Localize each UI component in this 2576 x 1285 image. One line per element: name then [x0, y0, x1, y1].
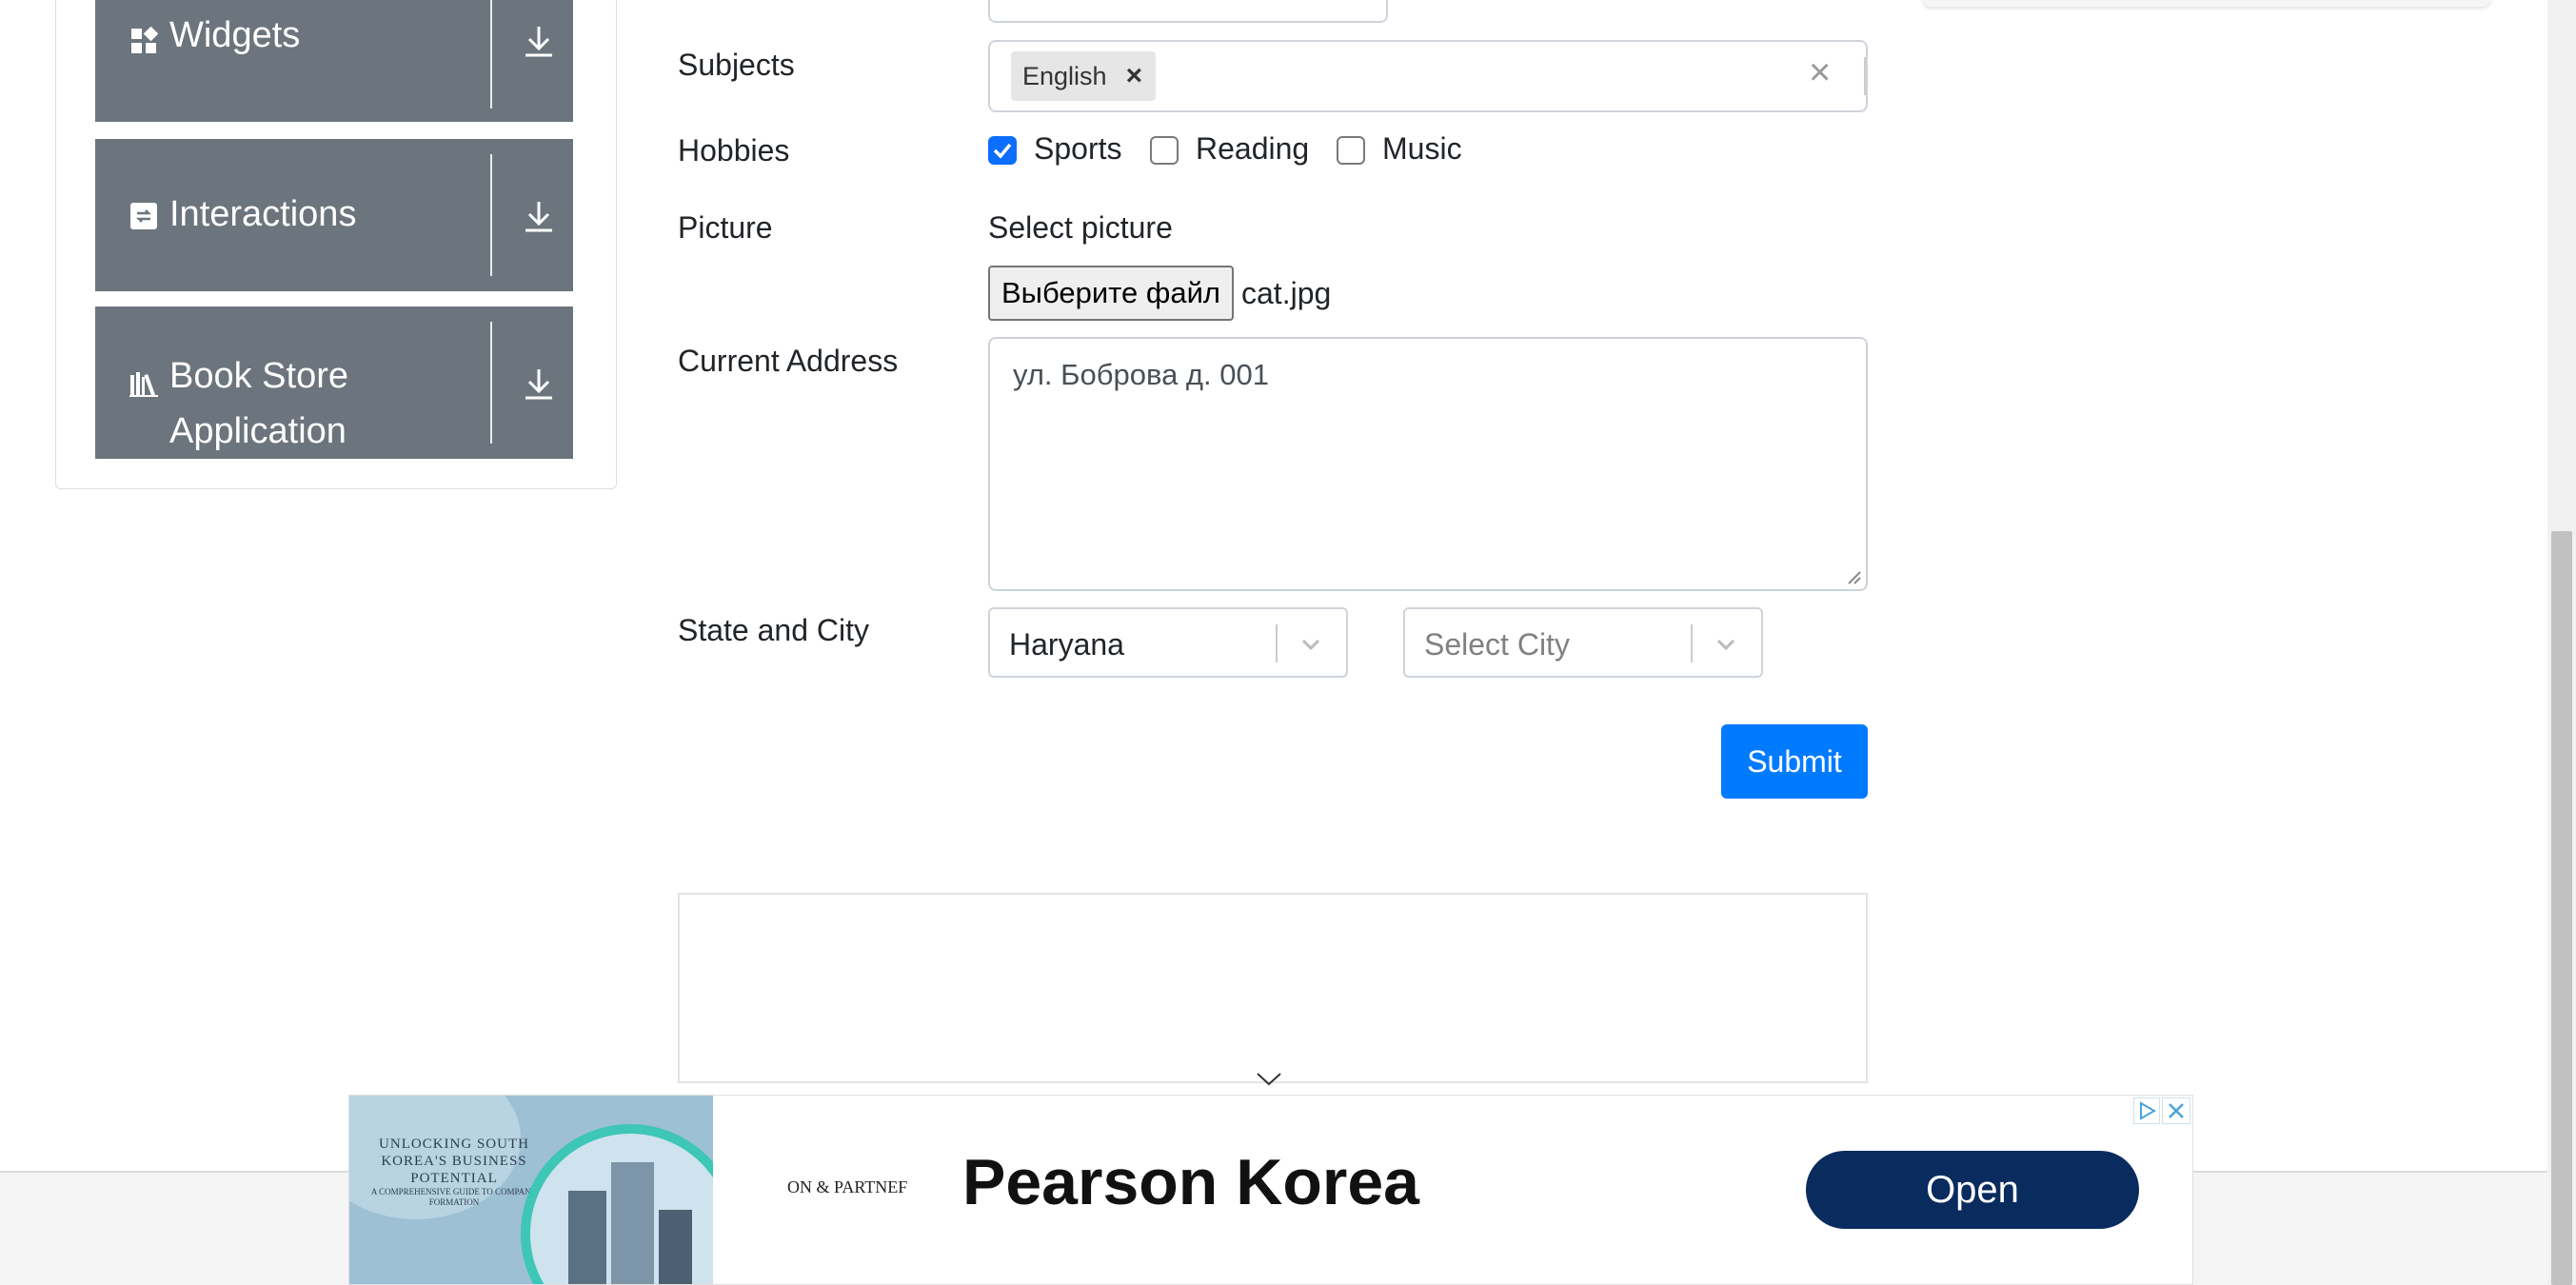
- city-buildings-icon: [568, 1162, 692, 1284]
- results-frame: [678, 893, 1868, 1083]
- download-icon[interactable]: [520, 198, 558, 236]
- widgets-icon: [131, 27, 158, 53]
- download-icon[interactable]: [520, 366, 558, 404]
- state-select[interactable]: Haryana: [988, 607, 1348, 678]
- ad-image: UNLOCKING SOUTH KOREA'S BUSINESS POTENTI…: [349, 1096, 713, 1284]
- ad-photo: [521, 1124, 713, 1284]
- divider: [1691, 624, 1693, 662]
- ad-info-icon[interactable]: [2133, 1097, 2160, 1124]
- divider: [1864, 57, 1866, 95]
- ad-image-headline: UNLOCKING SOUTH KOREA'S BUSINESS POTENTI…: [379, 1137, 529, 1186]
- music-label[interactable]: Music: [1382, 131, 1462, 167]
- scrollbar-thumb[interactable]: [2551, 531, 2572, 1285]
- sports-label[interactable]: Sports: [1034, 131, 1121, 167]
- divider: [490, 322, 492, 444]
- state-value: Haryana: [1009, 627, 1124, 662]
- sidebar-group-label: Book Store: [169, 356, 348, 396]
- select-picture-label: Select picture: [988, 210, 1173, 245]
- interactions-icon: [130, 203, 157, 229]
- file-name: cat.jpg: [1241, 276, 1332, 310]
- sidebar-group-label: Interactions: [169, 194, 357, 234]
- chevron-down-icon[interactable]: [1297, 630, 1325, 659]
- checkmark-icon: [993, 143, 1012, 159]
- chevron-down-icon[interactable]: [1255, 1068, 1283, 1089]
- ad-banner[interactable]: UNLOCKING SOUTH KOREA'S BUSINESS POTENTI…: [348, 1095, 2193, 1285]
- book-store-icon: [129, 372, 158, 397]
- subject-chip: English ×: [1011, 51, 1157, 101]
- sidebar-group-label: Widgets: [169, 15, 301, 55]
- ad-brand-small: ON & PARTNEF: [787, 1177, 908, 1196]
- ad-close-icon[interactable]: [2162, 1097, 2190, 1124]
- city-placeholder: Select City: [1424, 627, 1570, 662]
- right-ad-card: [1923, 0, 2490, 7]
- choose-file-button[interactable]: Выберите файл: [988, 266, 1234, 321]
- sidebar-group-interactions[interactable]: Interactions: [95, 139, 573, 291]
- reading-checkbox[interactable]: [1150, 136, 1179, 165]
- clear-icon[interactable]: ×: [1809, 51, 1831, 94]
- reading-label[interactable]: Reading: [1196, 131, 1309, 167]
- current-address-value: ул. Боброва д. 001: [1013, 358, 1269, 391]
- current-address-label: Current Address: [678, 344, 899, 378]
- picture-label: Picture: [678, 210, 773, 245]
- sidebar-group-widgets[interactable]: Widgets: [95, 0, 573, 122]
- chevron-down-icon[interactable]: [1712, 630, 1740, 659]
- subjects-input[interactable]: English × ×: [988, 40, 1868, 112]
- remove-chip-icon[interactable]: ×: [1126, 60, 1143, 92]
- ad-image-subtext: A COMPREHENSIVE GUIDE TO COMPANY FORMATI…: [370, 1187, 538, 1207]
- submit-button[interactable]: Submit: [1721, 724, 1868, 799]
- hobbies-label: Hobbies: [678, 133, 790, 168]
- date-of-birth-input[interactable]: [988, 0, 1388, 23]
- ad-open-button[interactable]: Open: [1806, 1151, 2139, 1229]
- state-city-label: State and City: [678, 613, 869, 647]
- current-address-textarea[interactable]: ул. Боброва д. 001: [988, 337, 1868, 591]
- sidebar-group-book-store[interactable]: Book Store Application: [95, 306, 573, 459]
- city-select[interactable]: Select City: [1403, 607, 1763, 678]
- resize-handle-icon[interactable]: [1845, 568, 1862, 585]
- ad-brand: Pearson Korea: [962, 1146, 1419, 1218]
- sports-checkbox[interactable]: [988, 136, 1017, 165]
- download-icon[interactable]: [520, 23, 558, 61]
- music-checkbox[interactable]: [1337, 136, 1365, 165]
- subjects-label: Subjects: [678, 48, 795, 82]
- subject-chip-label: English: [1022, 61, 1107, 90]
- divider: [1276, 624, 1278, 662]
- divider: [490, 0, 492, 109]
- sidebar-group-label-line2: Application: [169, 411, 347, 451]
- divider: [490, 154, 492, 276]
